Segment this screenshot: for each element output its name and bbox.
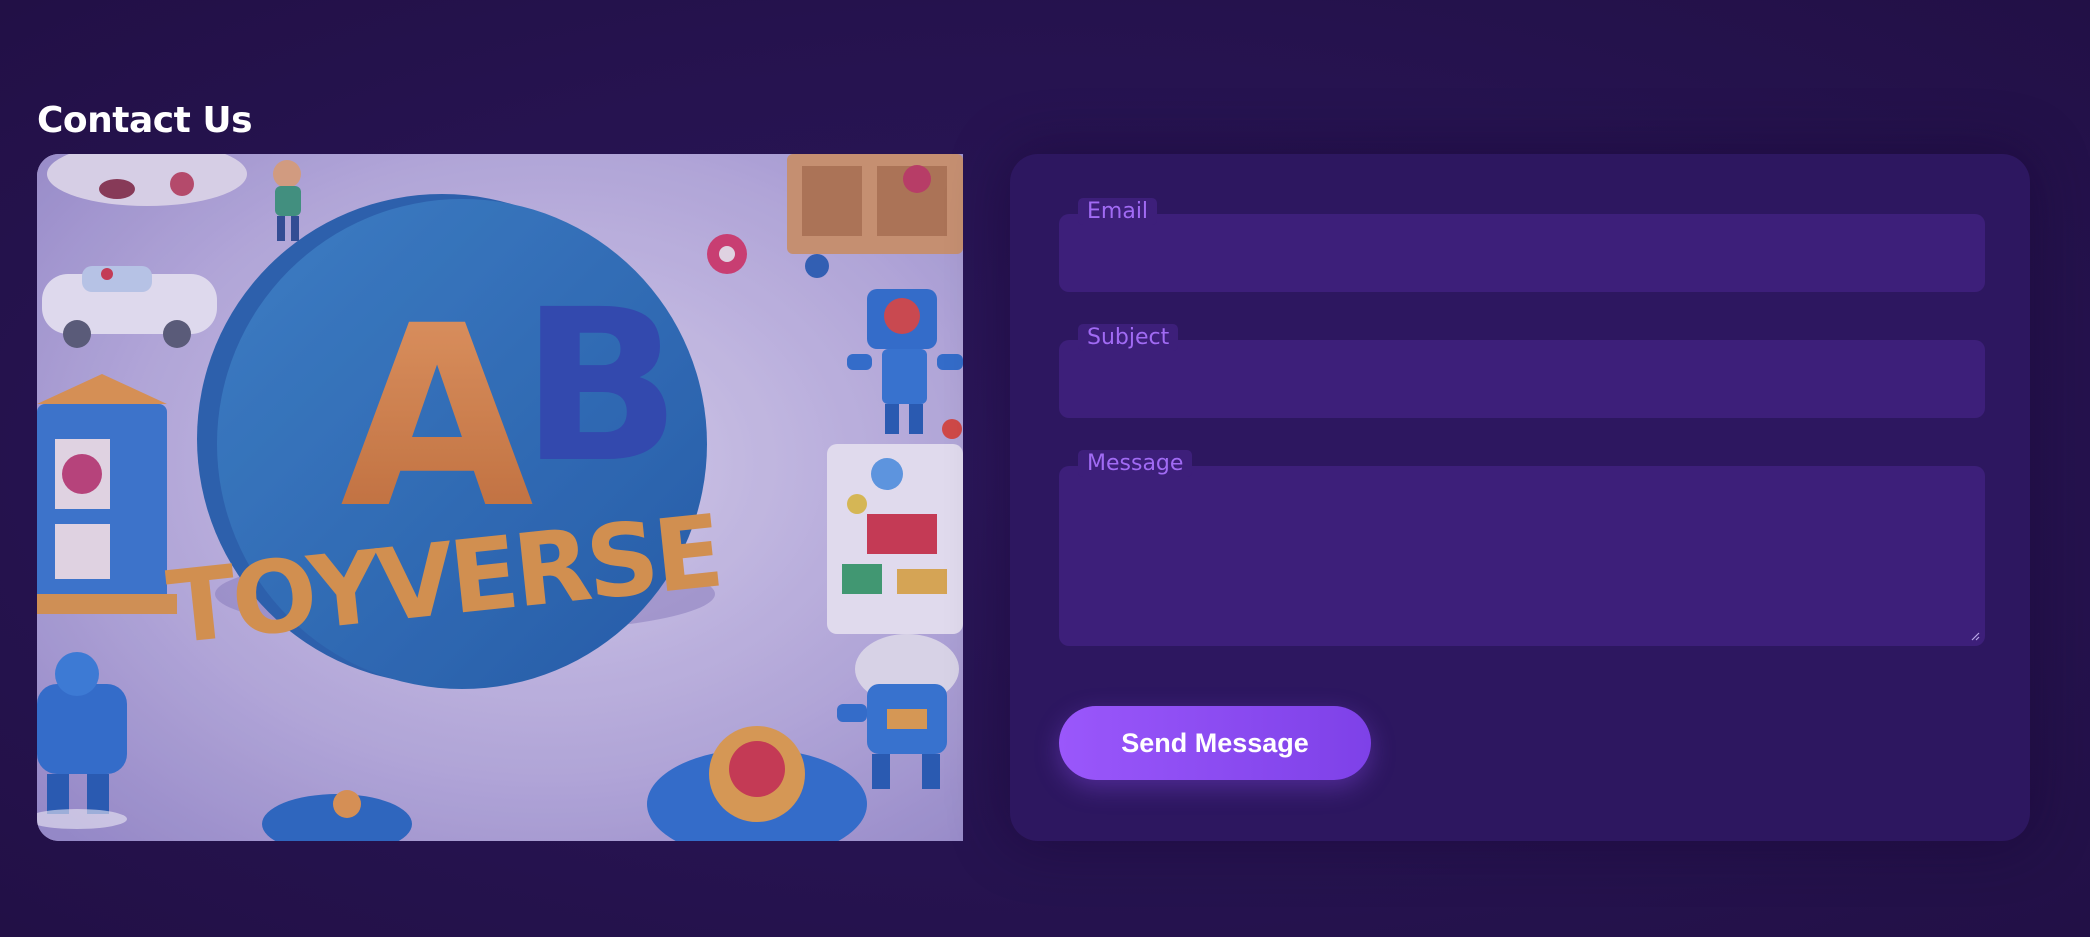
send-message-button[interactable]: Send Message [1059, 706, 1371, 780]
resize-handle-icon[interactable] [1970, 631, 1980, 641]
message-field[interactable] [1059, 466, 1985, 646]
subject-label: Subject [1078, 324, 1179, 351]
page-title: Contact Us [37, 100, 253, 141]
message-field-container: Message [1059, 450, 1985, 646]
message-label: Message [1078, 450, 1193, 477]
contact-page: Contact Us A B TOYVERSE Email Subject Me… [0, 0, 2090, 937]
email-field[interactable] [1059, 214, 1985, 292]
toyverse-hero-image: A B TOYVERSE [37, 154, 963, 841]
email-field-container: Email [1059, 198, 1985, 292]
email-label: Email [1078, 198, 1158, 225]
contact-form: Email Subject Message Send Message [1010, 154, 2030, 841]
subject-field-container: Subject [1059, 324, 1985, 418]
subject-field[interactable] [1059, 340, 1985, 418]
